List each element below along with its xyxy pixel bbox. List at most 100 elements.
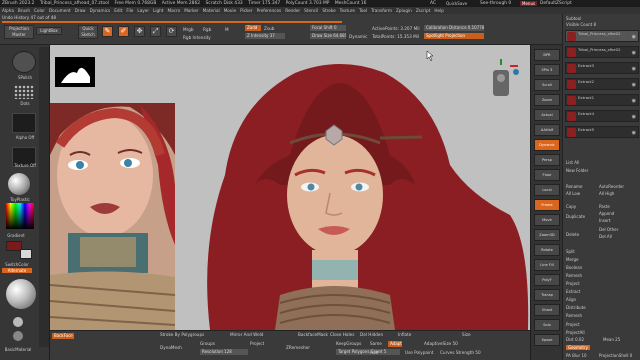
dock-polyf-button[interactable]: PolyF — [534, 274, 560, 286]
menus-button[interactable]: Menus — [520, 1, 538, 6]
subtool-item[interactable]: Extract5 ◉ — [565, 126, 639, 138]
subtool-item[interactable]: Tribal_Princess_sfhe02 ◉ — [565, 30, 639, 42]
dock-line-fill-button[interactable]: Line Fill — [534, 259, 560, 271]
close-holes-button[interactable]: Close Holes — [330, 332, 354, 337]
menu-help[interactable]: Help — [432, 8, 446, 13]
menu-light[interactable]: Light — [151, 8, 165, 13]
subtool-item[interactable]: Extract4 ◉ — [565, 110, 639, 122]
dock-move-button[interactable]: Move — [534, 214, 560, 226]
menu-material[interactable]: Material — [201, 8, 222, 13]
backface-mask-button[interactable]: BackfaceMask — [298, 332, 328, 337]
undo-history-bar[interactable] — [2, 21, 342, 23]
rgb-intensity-slider[interactable]: Rgb Intensity — [183, 35, 211, 40]
same-toggle[interactable]: Same — [370, 341, 382, 346]
rotate-button[interactable]: ⟳ — [166, 26, 177, 37]
menu-edit[interactable]: Edit — [112, 8, 124, 13]
ac-label[interactable]: AC — [428, 0, 438, 7]
dock-rotate-button[interactable]: Rotate — [534, 244, 560, 256]
dynamic-toggle[interactable]: Dynamic — [349, 34, 367, 39]
projection-shell-slider[interactable]: ProjectionShell 0 — [599, 353, 632, 358]
eye-icon[interactable]: ◉ — [632, 66, 636, 72]
duplicate-button[interactable]: Duplicate — [566, 214, 585, 219]
use-polypaint-toggle[interactable]: Use Polypaint — [405, 350, 433, 355]
dynamesh-button[interactable]: DynaMesh — [160, 345, 182, 350]
dock-ghost-button[interactable]: Ghost — [534, 304, 560, 316]
mean-slider[interactable]: Mean 25 — [603, 337, 620, 342]
eye-icon[interactable]: ◉ — [632, 50, 636, 56]
menu-movie[interactable]: Movie — [222, 8, 238, 13]
mirror-and-weld-button[interactable]: Mirror And Weld — [230, 332, 263, 337]
dock-actual-button[interactable]: Actual — [534, 109, 560, 121]
stroke-thumbnail[interactable] — [14, 85, 34, 99]
project-toggle[interactable]: Project — [250, 341, 264, 346]
m-toggle[interactable]: M — [225, 27, 229, 32]
delete-button[interactable]: Delete — [566, 232, 579, 237]
del-hidden-button[interactable]: Del Hidden — [360, 332, 383, 337]
eye-icon[interactable]: ◉ — [632, 98, 636, 104]
menu-zplugin[interactable]: Zplugin — [394, 8, 414, 13]
del-other-button[interactable]: Del Other — [599, 227, 618, 232]
subtool-item[interactable]: Extract1 ◉ — [565, 94, 639, 106]
curves-strength-slider[interactable]: Curves Strength 50 — [440, 350, 481, 355]
del-all-button[interactable]: Del All — [599, 234, 612, 239]
eye-icon[interactable]: ◉ — [632, 82, 636, 88]
dock-local-button[interactable]: Local — [534, 184, 560, 196]
append-button[interactable]: Append — [599, 211, 614, 216]
dock-aahalf-button[interactable]: AAHalf — [534, 124, 560, 136]
alpha-thumbnail[interactable] — [12, 113, 36, 133]
move-button[interactable]: ✥ — [134, 26, 145, 37]
dock-persp-button[interactable]: Persp — [534, 154, 560, 166]
menu-color[interactable]: Color — [32, 8, 47, 13]
draw-button[interactable]: ✐ — [118, 26, 129, 37]
switch-color-button[interactable]: SwitchColor — [0, 262, 34, 267]
rename-button[interactable]: Rename — [566, 184, 582, 189]
copy-button[interactable]: Copy — [566, 204, 576, 209]
menu-render[interactable]: Render — [283, 8, 302, 13]
groups-toggle[interactable]: Groups — [200, 341, 215, 346]
dock-dynamic-button[interactable]: Dynamic — [534, 139, 560, 151]
subtool-item[interactable]: Extract3 ◉ — [565, 62, 639, 74]
menu-preferences[interactable]: Preferences — [255, 8, 284, 13]
dock-frame-button[interactable]: Frame — [534, 199, 560, 211]
menu-picker[interactable]: Picker — [238, 8, 254, 13]
menu-draw[interactable]: Draw — [73, 8, 88, 13]
extract-menu[interactable]: Extract — [566, 289, 580, 294]
dock-bpr-button[interactable]: BPR — [534, 49, 560, 61]
calibration-distance[interactable]: Calibration Distance 0.10778 — [424, 25, 484, 31]
subtool-header[interactable]: Subtool — [566, 16, 581, 21]
menu-tool[interactable]: Tool — [357, 8, 369, 13]
lightbox-button[interactable]: LightBox — [36, 27, 62, 35]
edit-button[interactable]: ✎ — [102, 26, 113, 37]
dock-transp-button[interactable]: Transp — [534, 289, 560, 301]
insert-button[interactable]: Insert — [599, 218, 610, 223]
paste-button[interactable]: Paste — [599, 204, 610, 209]
menu-dynamics[interactable]: Dynamics — [88, 8, 113, 13]
target-polygons-slider[interactable]: Target Polygons Count 5 — [336, 349, 400, 355]
project-menu[interactable]: Project — [566, 281, 580, 286]
z-intensity-slider[interactable]: Z Intensity 37 — [245, 33, 285, 39]
backface-button[interactable]: BackFace — [52, 333, 74, 339]
menu-layer[interactable]: Layer — [135, 8, 151, 13]
stroke-by-polygroups[interactable]: Stroke By Polygroups — [160, 332, 204, 337]
menu-texture[interactable]: Texture — [338, 8, 357, 13]
color-picker[interactable] — [6, 203, 34, 229]
menu-marker[interactable]: Marker — [182, 8, 200, 13]
mrgb-toggle[interactable]: Mrgb — [183, 27, 194, 32]
remesh-menu-2[interactable]: Remesh — [566, 313, 582, 318]
dock-xpose-button[interactable]: Xpose — [534, 334, 560, 346]
menu-alpha[interactable]: Alpha — [0, 8, 16, 13]
quicksave-button[interactable]: QuickSave — [444, 1, 469, 6]
rgb-toggle[interactable]: Rgb — [203, 27, 211, 32]
alternate-button[interactable]: Alternate — [2, 268, 32, 273]
default-zscript-button[interactable]: DefaultZScript — [538, 0, 574, 7]
spotlight-projection-button[interactable]: Spotlight Projection — [424, 33, 484, 39]
keep-groups-toggle[interactable]: KeepGroups — [336, 341, 361, 346]
dock-zoom3d-button[interactable]: Zoom3D — [534, 229, 560, 241]
align-menu[interactable]: Align — [566, 297, 576, 302]
half-toggle[interactable]: Half — [370, 350, 378, 355]
eye-icon[interactable]: ◉ — [632, 130, 636, 136]
project-header[interactable]: Project — [566, 322, 580, 327]
menu-document[interactable]: Document — [47, 8, 73, 13]
inflate-slider[interactable]: Inflate — [398, 332, 411, 337]
list-all-button[interactable]: List All — [566, 160, 579, 165]
